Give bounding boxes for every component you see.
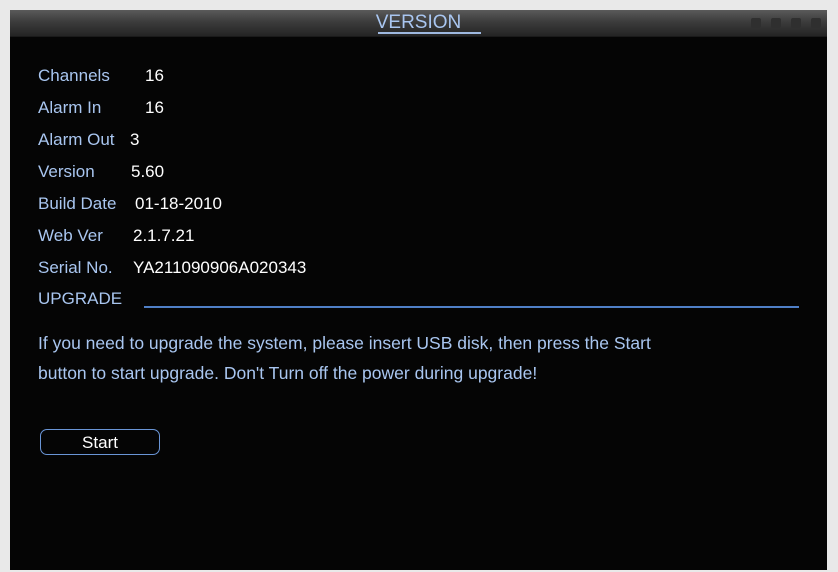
title-bar: VERSION — [10, 10, 827, 37]
web-ver-value: 2.1.7.21 — [133, 226, 195, 245]
upgrade-message: If you need to upgrade the system, pleas… — [38, 328, 808, 388]
title-deco-block — [751, 18, 761, 28]
title-decoration — [751, 10, 821, 36]
channels-label: Channels — [38, 66, 110, 85]
upgrade-section-title: UPGRADE — [38, 289, 123, 308]
serial-no-value: YA211090906A020343 — [133, 258, 307, 277]
window-title: VERSION — [375, 12, 462, 33]
upgrade-message-line2: button to start upgrade. Don't Turn off … — [38, 363, 538, 383]
web-ver-label: Web Ver — [38, 226, 103, 245]
build-date-label: Build Date — [38, 194, 117, 213]
alarm-out-value: 3 — [130, 130, 140, 149]
alarm-in-value: 16 — [145, 98, 164, 117]
alarm-out-label: Alarm Out — [38, 130, 115, 149]
alarm-in-label: Alarm In — [38, 98, 102, 117]
version-label: Version — [38, 162, 95, 181]
upgrade-message-line1: If you need to upgrade the system, pleas… — [38, 333, 651, 353]
serial-no-label: Serial No. — [38, 258, 113, 277]
title-deco-block — [811, 18, 821, 28]
version-value: 5.60 — [131, 162, 165, 181]
title-underline — [378, 32, 481, 34]
version-window: VERSION Channels 16 Alarm In 16 Alarm Ou… — [10, 10, 827, 570]
build-date-value: 01-18-2010 — [135, 194, 222, 213]
start-upgrade-button[interactable]: Start — [40, 429, 160, 455]
title-deco-block — [791, 18, 801, 28]
title-deco-block — [771, 18, 781, 28]
upgrade-divider — [144, 306, 799, 308]
channels-value: 16 — [145, 66, 164, 85]
